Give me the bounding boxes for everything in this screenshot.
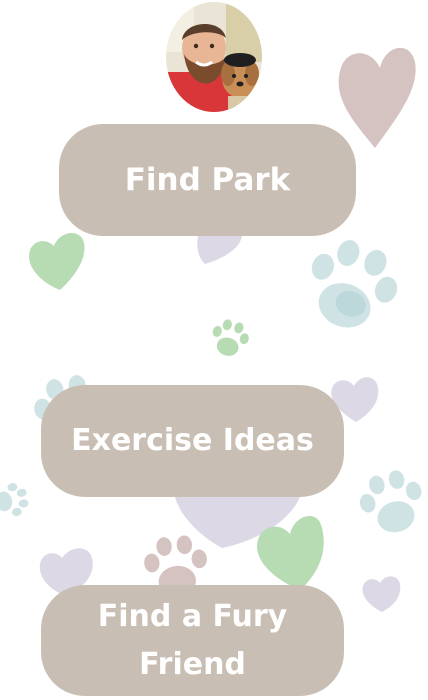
paw-print-icon [0,480,31,520]
paw-print-icon [353,465,428,540]
heart-icon [362,576,401,612]
heart-icon [338,47,416,148]
heart-icon [197,236,242,264]
profile-avatar[interactable] [166,2,262,112]
find-friend-button[interactable]: Find a Fury Friend [41,585,344,696]
find-park-button[interactable]: Find Park [59,124,356,236]
paw-print-icon [207,316,253,361]
exercise-ideas-button[interactable]: Exercise Ideas [41,385,344,497]
profile-photo-icon [166,2,262,112]
paw-print-icon [295,230,409,341]
heart-icon [29,232,85,290]
